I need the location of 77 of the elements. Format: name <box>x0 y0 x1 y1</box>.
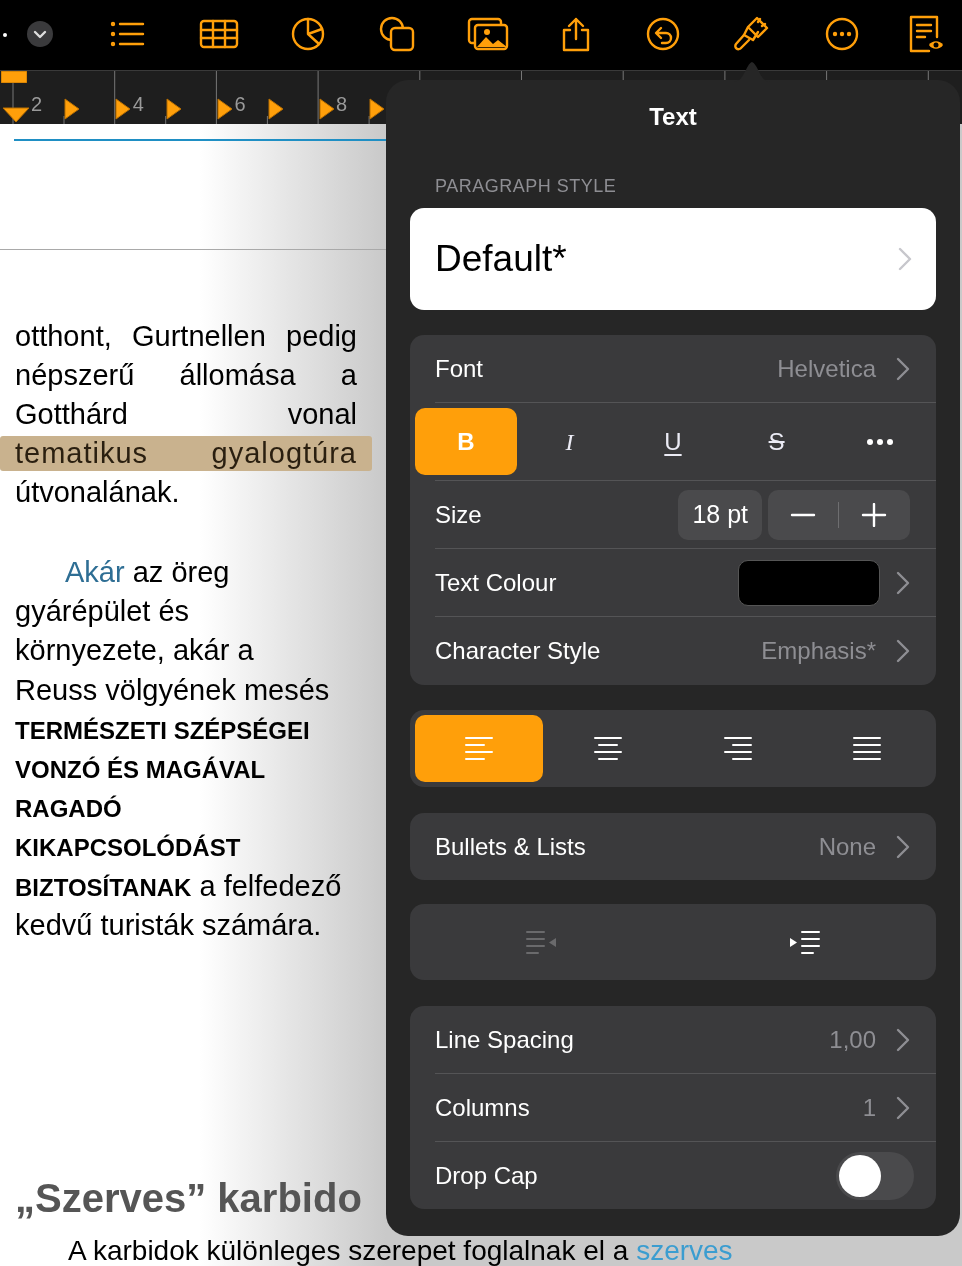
tab-stop-icon[interactable] <box>369 98 385 120</box>
chevron-right-icon <box>898 247 912 271</box>
body-text-line: gyárépület és <box>15 594 191 630</box>
row-value: Emphasis* <box>761 636 876 666</box>
ruler-number: 8 <box>336 92 348 117</box>
text-style-button[interactable]: S <box>725 408 828 475</box>
more-icon <box>866 437 895 446</box>
settings-row[interactable]: Line Spacing 1,00 <box>410 1006 936 1073</box>
row-label: Bullets & Lists <box>435 831 587 862</box>
settings-row[interactable]: Character Style Emphasis* <box>410 617 936 685</box>
chevron-right-icon <box>896 834 910 859</box>
body-text-line: népszerű állomása a <box>14 358 358 393</box>
toggle-switch[interactable] <box>836 1151 914 1200</box>
row-value: 1 <box>862 1092 876 1123</box>
tab-stop-icon[interactable] <box>268 98 284 120</box>
tab-stop-icon[interactable] <box>115 98 131 120</box>
chevron-right-icon <box>896 356 910 381</box>
settings-row[interactable]: Font Helvetica <box>410 335 936 402</box>
row-label: Character Style <box>435 636 602 666</box>
chevron-down-icon[interactable] <box>26 20 54 48</box>
pie-chart-icon[interactable] <box>291 17 325 51</box>
text-style-button[interactable]: U <box>622 408 724 475</box>
body-text-line: otthont, Gurtnellen pedig <box>14 319 358 354</box>
section-heading: „Szerves” karbido <box>15 1175 362 1222</box>
tab-stop-icon[interactable] <box>319 98 335 120</box>
table-icon[interactable] <box>199 19 239 49</box>
tab-stop-icon[interactable] <box>217 98 233 120</box>
body-text-line: kedvű turisták számára. <box>15 907 323 943</box>
chevron-right-icon <box>896 639 910 663</box>
body-text-line: A karbidok különleges szerepet foglalnak el a szerves <box>68 1237 733 1264</box>
undo-icon[interactable] <box>646 17 680 51</box>
chevron-right-icon <box>896 1027 910 1052</box>
tab-stop-icon[interactable] <box>166 98 182 120</box>
ruler-number: 4 <box>132 92 144 117</box>
row-label: Text Colour <box>435 567 558 598</box>
align-justify-icon <box>852 735 883 762</box>
more-icon[interactable] <box>825 17 859 51</box>
document-view-icon[interactable] <box>907 15 945 53</box>
body-text-line: TERMÉSZETI SZÉPSÉGEI <box>15 715 311 746</box>
row-label: Font <box>435 353 485 384</box>
body-text-line: VONZÓ ÉS MAGÁVAL <box>15 754 267 785</box>
text-style-button[interactable]: I <box>518 408 621 475</box>
row-value: None <box>818 831 876 862</box>
ruler-number: 6 <box>234 92 246 117</box>
body-text-line: RAGADÓ <box>15 794 123 825</box>
body-text-line: útvonalának. <box>14 475 181 510</box>
colour-swatch[interactable] <box>738 559 880 606</box>
chevron-right-icon <box>896 1095 910 1120</box>
body-text-line: Gotthárd vonal <box>14 397 358 432</box>
popover-title: Text <box>648 102 698 132</box>
row-label: Columns <box>435 1092 531 1123</box>
size-value-field[interactable]: 18 pt <box>678 489 762 540</box>
align-right-icon <box>722 735 753 762</box>
body-text-line: BIZTOSÍTANAK a felfedező <box>15 868 343 904</box>
body-text-line: Reuss völgyének mesés <box>15 672 331 708</box>
paintbrush-icon[interactable] <box>733 15 771 53</box>
row-label: Size <box>435 499 483 530</box>
text-link[interactable]: Akár <box>65 556 125 588</box>
settings-row[interactable]: Columns 1 <box>410 1074 936 1141</box>
row-value: Helvetica <box>777 353 876 384</box>
shapes-icon[interactable] <box>378 15 416 53</box>
paragraph-style-button[interactable]: Default* <box>410 208 936 310</box>
section-label: PARAGRAPH STYLE <box>434 176 618 196</box>
body-text-line: Akár az öreg <box>64 555 231 590</box>
tab-stop-icon[interactable] <box>64 98 80 120</box>
chevron-right-icon <box>896 570 910 595</box>
ruler-number: 2 <box>31 92 43 117</box>
settings-row[interactable]: Text Colour <box>410 549 936 616</box>
row-value: 1,00 <box>829 1024 876 1055</box>
row-label: Drop Cap <box>435 1160 539 1191</box>
align-center-icon <box>593 735 624 762</box>
row-label: Line Spacing <box>435 1024 575 1055</box>
body-text-line: KIKAPCSOLÓDÁST <box>15 833 242 864</box>
body-text-line: környezete, akár a <box>15 633 255 669</box>
settings-row[interactable]: Bullets & Lists None <box>410 813 936 880</box>
media-icon[interactable] <box>467 17 509 51</box>
align-left-icon <box>463 735 494 762</box>
